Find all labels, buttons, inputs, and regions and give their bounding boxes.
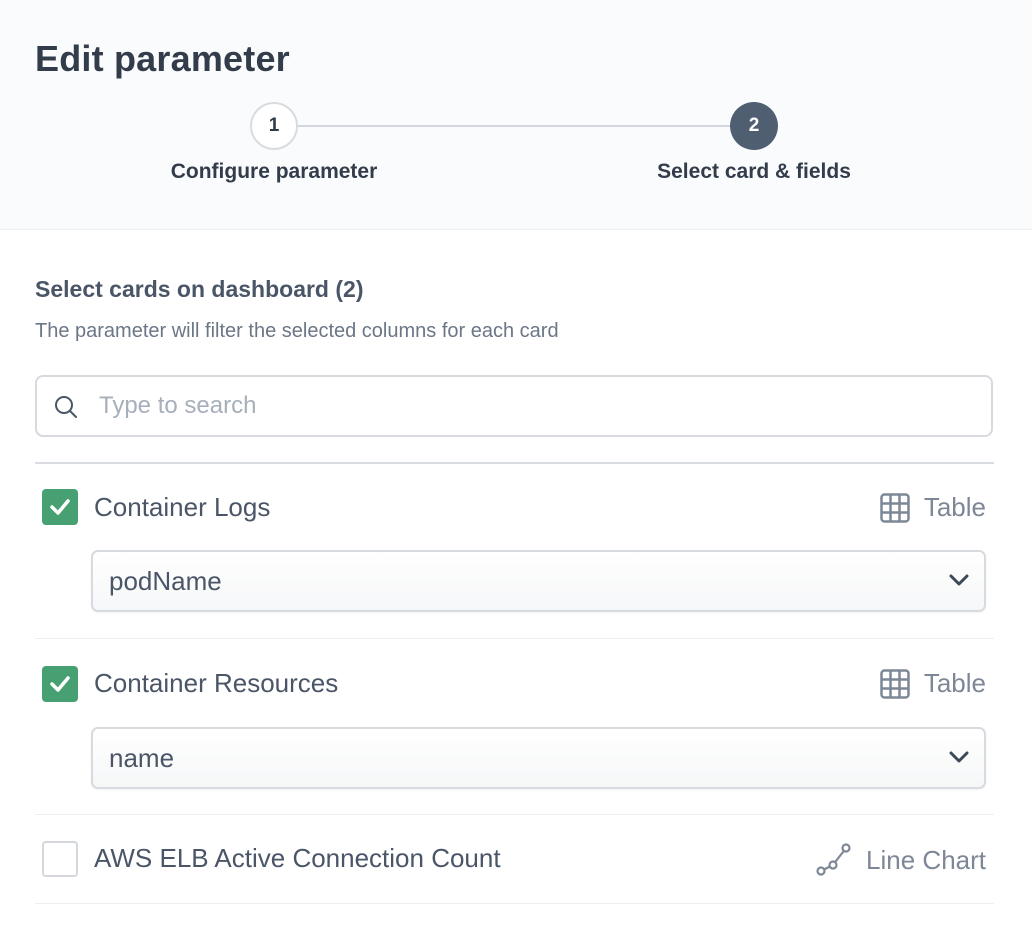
check-icon <box>50 676 70 692</box>
table-icon <box>880 492 910 523</box>
dialog-header: Edit parameter 1 2 Configure parameter S… <box>0 0 1032 230</box>
section-title: Select cards on dashboard (2) <box>35 276 364 302</box>
card-checkbox[interactable] <box>42 666 78 702</box>
row-divider <box>35 903 994 904</box>
search-icon <box>55 396 77 418</box>
card-name[interactable]: Container Logs <box>94 492 270 523</box>
chevron-down-icon <box>949 751 969 763</box>
card-row: Container Resources Table name <box>35 639 994 815</box>
stepper-connector <box>297 125 731 127</box>
card-type-label: Table <box>923 492 986 522</box>
step-2-label[interactable]: Select card & fields <box>657 160 851 184</box>
field-select-value: name <box>109 743 175 773</box>
card-checkbox[interactable] <box>42 841 78 877</box>
search-box[interactable] <box>35 375 993 437</box>
section-description: The parameter will filter the selected c… <box>35 320 559 342</box>
card-type: Table <box>880 668 986 699</box>
card-type: Table <box>880 492 986 523</box>
stepper: 1 2 Configure parameter Select card & fi… <box>0 100 1032 210</box>
card-type: Line Chart <box>816 843 986 877</box>
card-row: AWS ELB Active Connection Count Line Cha… <box>35 815 994 904</box>
card-name[interactable]: Container Resources <box>94 668 338 699</box>
field-select[interactable]: podName <box>91 550 986 612</box>
chevron-down-icon <box>949 574 969 586</box>
step-2-indicator[interactable]: 2 <box>730 102 778 150</box>
line-chart-icon <box>816 843 851 876</box>
field-select[interactable]: name <box>91 727 986 789</box>
card-type-label: Table <box>923 668 986 698</box>
table-icon <box>880 668 910 699</box>
card-row: Container Logs Table podName <box>35 464 994 639</box>
step-1-indicator[interactable]: 1 <box>250 102 298 150</box>
card-checkbox[interactable] <box>42 489 78 525</box>
search-input[interactable] <box>99 377 979 435</box>
check-icon <box>50 499 70 515</box>
card-name[interactable]: AWS ELB Active Connection Count <box>94 843 501 874</box>
step-1-label[interactable]: Configure parameter <box>171 160 378 184</box>
field-select-value: podName <box>109 566 222 596</box>
page-title: Edit parameter <box>35 38 290 79</box>
card-type-label: Line Chart <box>866 844 986 875</box>
